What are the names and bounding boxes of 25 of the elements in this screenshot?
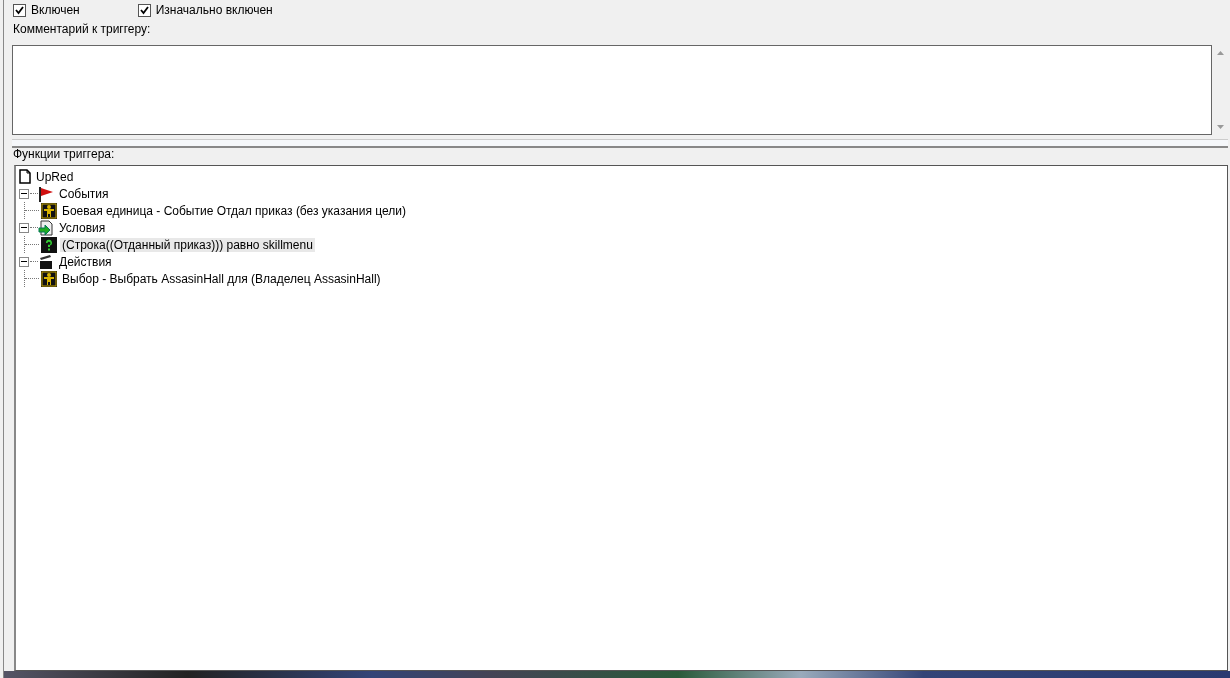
- collapse-toggle[interactable]: [19, 256, 29, 267]
- checkbox[interactable]: [13, 3, 26, 17]
- comment-label: Комментарий к триггеру:: [12, 21, 152, 37]
- checkbox-label: Изначально включен: [155, 3, 273, 17]
- collapse-toggle[interactable]: [19, 188, 29, 199]
- tree-item[interactable]: (Строка((Отданный приказ))) равно skillmenu: [60, 237, 315, 252]
- collapse-toggle[interactable]: [19, 222, 29, 233]
- tree-item[interactable]: Условия: [57, 220, 108, 235]
- flag-icon: [38, 185, 54, 202]
- figure-icon: [41, 270, 57, 287]
- splitter-bar[interactable]: [12, 139, 1228, 148]
- tree-item[interactable]: Выбор - Выбрать AssasinHall для (Владелец AssasinHall): [60, 271, 383, 286]
- document-arrow-icon: [38, 219, 54, 236]
- comment-field[interactable]: [12, 45, 1212, 135]
- tree-item[interactable]: События: [57, 186, 111, 201]
- document-icon: [19, 169, 31, 184]
- functions-label: Функции триггера:: [12, 148, 116, 161]
- figure-icon: [41, 202, 57, 219]
- question-icon: [41, 236, 57, 253]
- tree-item[interactable]: Боевая единица - Событие Отдал приказ (без указания цели): [60, 203, 408, 218]
- tree-item[interactable]: UpRed: [34, 169, 76, 184]
- checkbox-label: Включен: [31, 3, 80, 17]
- tree-item[interactable]: Действия: [57, 254, 114, 269]
- clapperboard-icon: [38, 253, 54, 270]
- checkbox[interactable]: [137, 3, 151, 17]
